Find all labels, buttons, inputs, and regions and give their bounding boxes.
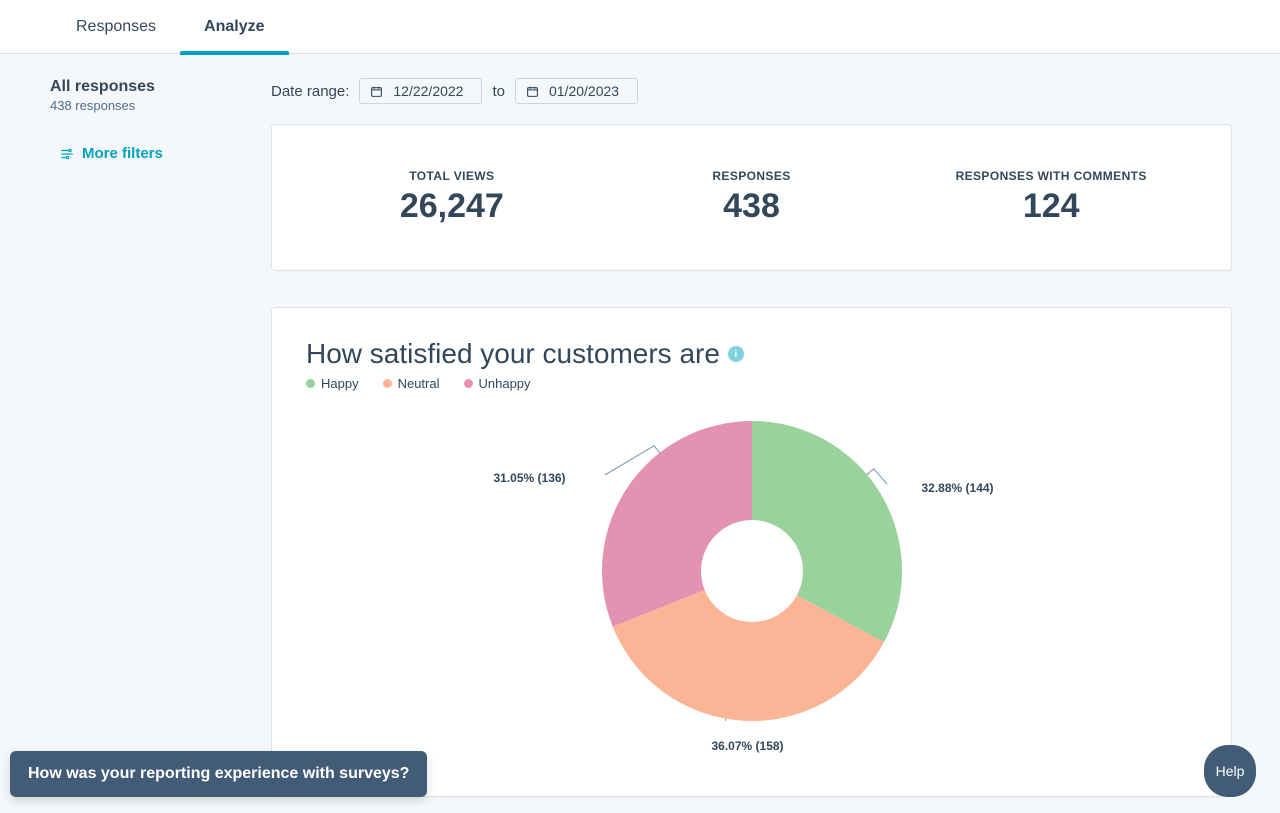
legend-label: Happy: [321, 376, 359, 391]
calendar-icon: [526, 85, 539, 98]
sliders-icon: [60, 147, 74, 161]
legend-neutral[interactable]: Neutral: [383, 376, 440, 391]
date-to-picker[interactable]: 01/20/2023: [515, 78, 638, 104]
sidebar-title: All responses: [50, 78, 251, 96]
callout-happy: 32.88% (144): [922, 481, 994, 495]
stat-value: 438: [602, 187, 902, 226]
more-filters-button[interactable]: More filters: [60, 145, 251, 162]
date-to-value: 01/20/2023: [549, 83, 619, 99]
stat-value: 124: [901, 187, 1201, 226]
donut-chart-area: 32.88% (144) 36.07% (158) 31.05% (136): [306, 421, 1197, 721]
sidebar-subtitle: 438 responses: [50, 98, 251, 113]
help-button[interactable]: Help: [1204, 745, 1256, 797]
more-filters-label: More filters: [82, 145, 163, 162]
stat-total-views: TOTAL VIEWS 26,247: [302, 169, 602, 226]
stat-label: TOTAL VIEWS: [302, 169, 602, 183]
chart-legend: Happy Neutral Unhappy: [306, 376, 1197, 391]
date-from-picker[interactable]: 12/22/2022: [359, 78, 482, 104]
tabs-bar: Responses Analyze: [0, 0, 1280, 54]
stat-responses: RESPONSES 438: [602, 169, 902, 226]
swatch-unhappy: [464, 379, 473, 388]
survey-popup[interactable]: How was your reporting experience with s…: [10, 751, 427, 797]
donut-chart[interactable]: [602, 421, 902, 721]
date-range-label: Date range:: [271, 83, 349, 100]
main-area: Date range: 12/22/2022 to 01/20/2023: [271, 54, 1280, 797]
sidebar: All responses 438 responses More filters: [0, 54, 271, 797]
stat-label: RESPONSES: [602, 169, 902, 183]
tab-responses[interactable]: Responses: [52, 0, 180, 54]
legend-happy[interactable]: Happy: [306, 376, 359, 391]
legend-label: Unhappy: [479, 376, 531, 391]
swatch-happy: [306, 379, 315, 388]
date-from-value: 12/22/2022: [393, 83, 463, 99]
callout-neutral: 36.07% (158): [712, 739, 784, 753]
swatch-neutral: [383, 379, 392, 388]
stat-responses-comments: RESPONSES WITH COMMENTS 124: [901, 169, 1201, 226]
stat-value: 26,247: [302, 187, 602, 226]
date-to-word: to: [492, 83, 505, 100]
calendar-icon: [370, 85, 383, 98]
stat-label: RESPONSES WITH COMMENTS: [901, 169, 1201, 183]
stats-card: TOTAL VIEWS 26,247 RESPONSES 438 RESPONS…: [271, 124, 1232, 271]
chart-title: How satisfied your customers are: [306, 338, 720, 370]
info-icon[interactable]: i: [728, 346, 744, 362]
legend-unhappy[interactable]: Unhappy: [464, 376, 531, 391]
tab-analyze[interactable]: Analyze: [180, 0, 288, 54]
callout-unhappy: 31.05% (136): [494, 471, 566, 485]
legend-label: Neutral: [398, 376, 440, 391]
satisfaction-chart-card: How satisfied your customers are i Happy…: [271, 307, 1232, 797]
date-range-row: Date range: 12/22/2022 to 01/20/2023: [271, 78, 1232, 104]
